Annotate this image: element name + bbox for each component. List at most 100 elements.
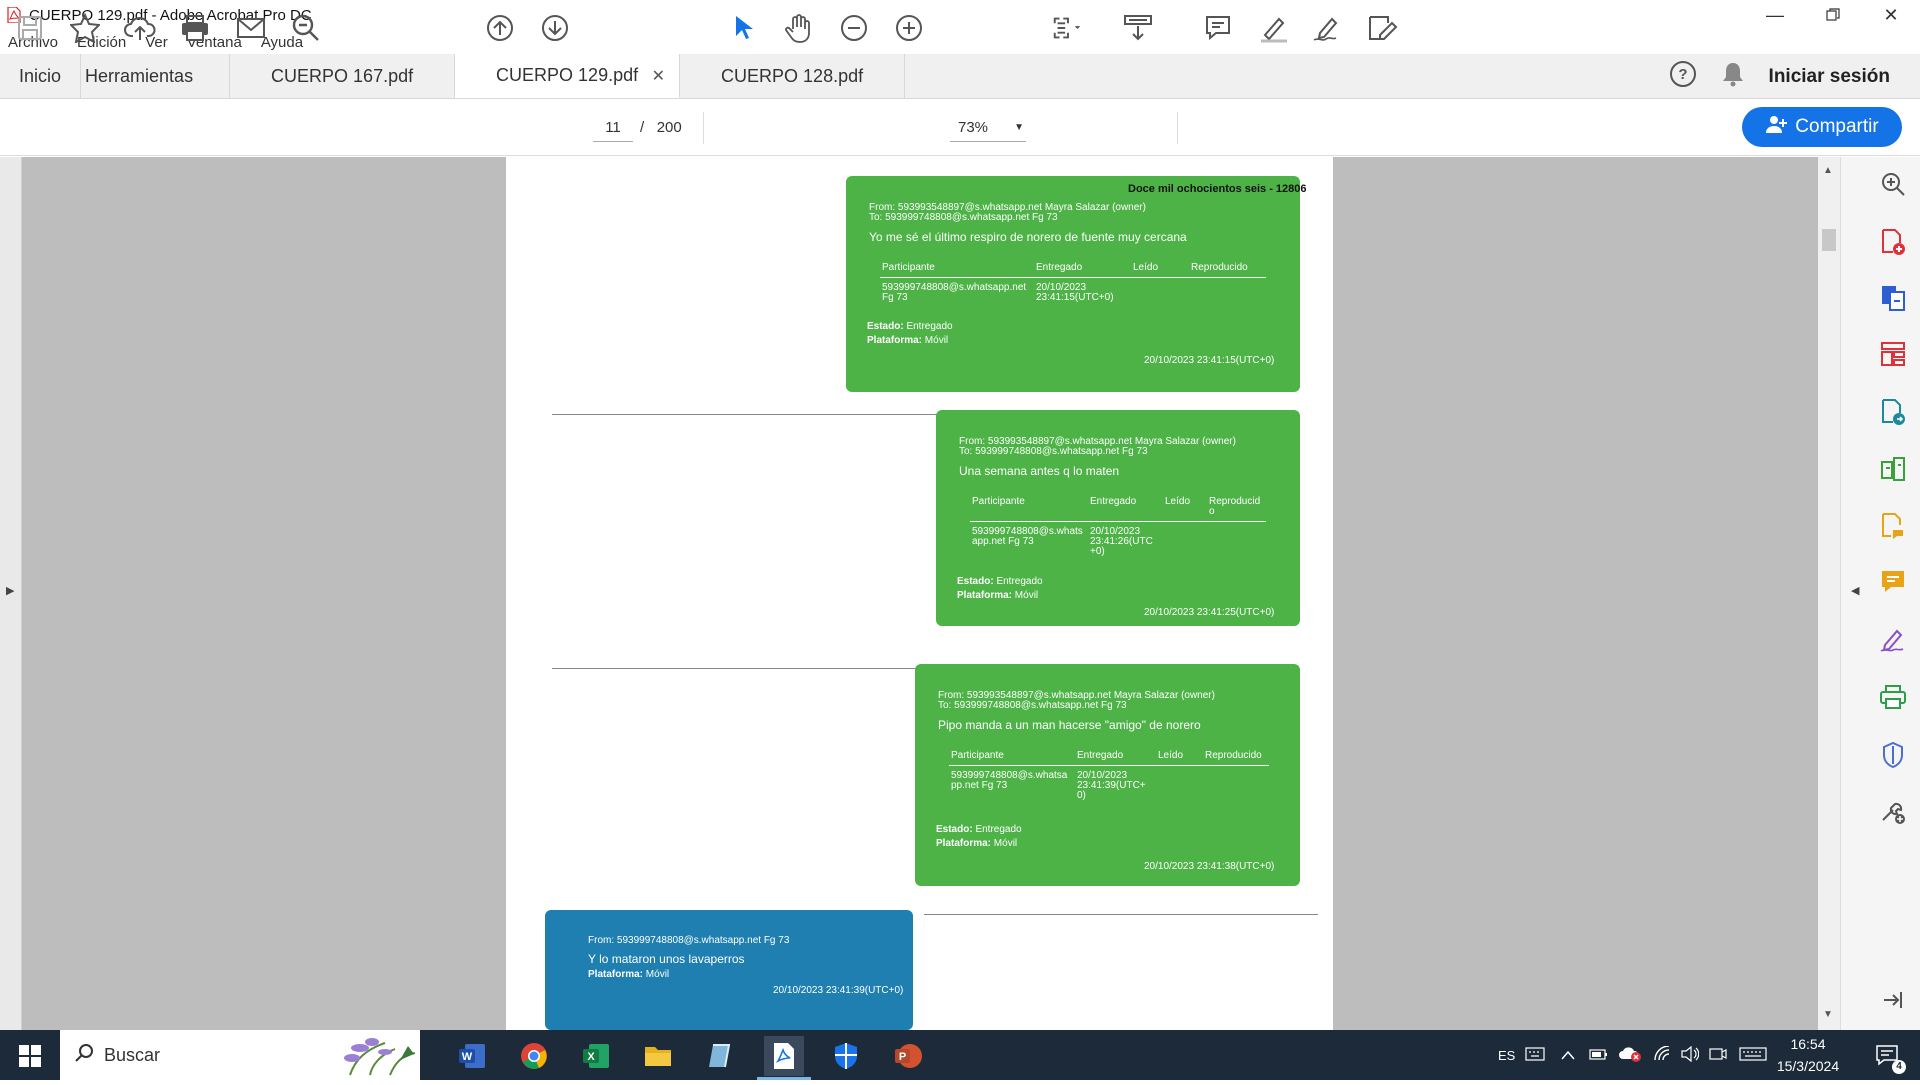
taskbar-search[interactable]: Buscar: [60, 1030, 420, 1080]
word-app-icon[interactable]: W: [452, 1036, 492, 1076]
signin-link[interactable]: Iniciar sesión: [1769, 66, 1890, 88]
combine-files-icon[interactable]: [1877, 396, 1909, 428]
file-explorer-icon[interactable]: [638, 1036, 678, 1076]
scroll-up-icon[interactable]: ▲: [1823, 165, 1833, 176]
create-pdf-icon[interactable]: [1877, 226, 1909, 258]
onedrive-error-icon[interactable]: [1619, 1046, 1642, 1065]
bell-icon[interactable]: [1721, 61, 1745, 92]
zoom-panel-icon[interactable]: [1877, 168, 1909, 200]
msg-text: Pipo manda a un man hacerse "amigo" de n…: [938, 718, 1201, 732]
delivered-time: 0): [1077, 790, 1086, 801]
fill-sign-icon[interactable]: [1877, 624, 1909, 656]
tab-cuerpo-128[interactable]: CUERPO 128.pdf: [680, 54, 906, 98]
tab-herramientas[interactable]: Herramientas: [81, 54, 231, 98]
status-value: Entregado: [906, 321, 953, 332]
tab-inicio[interactable]: Inicio: [0, 54, 82, 98]
clock[interactable]: 16:54 15/3/2024: [1768, 1033, 1848, 1077]
platform-label: Plataforma:: [957, 590, 1013, 601]
collapse-panel-icon[interactable]: ◀: [1851, 584, 1859, 597]
select-cursor-icon[interactable]: [726, 10, 762, 46]
battery-icon[interactable]: [1589, 1047, 1609, 1064]
msg-text: Yo me sé el último respiro de norero de …: [869, 230, 1187, 244]
highlight-pen-icon[interactable]: [1256, 10, 1292, 46]
edit-pdf-icon[interactable]: [1877, 510, 1909, 542]
tab-cuerpo-167[interactable]: CUERPO 167.pdf: [230, 54, 456, 98]
page-up-icon[interactable]: [482, 10, 518, 46]
msg-from: From: 593999748808@s.whatsapp.net Fg 73: [588, 935, 790, 946]
zoom-out-icon[interactable]: [836, 10, 872, 46]
hand-tool-icon[interactable]: [781, 10, 817, 46]
language-indicator[interactable]: ES: [1498, 1048, 1515, 1063]
svg-text:?: ?: [1678, 66, 1687, 83]
help-icon[interactable]: ?: [1669, 60, 1697, 93]
windows-start-icon[interactable]: [10, 1036, 50, 1076]
platform: Plataforma: Móvil: [588, 970, 669, 980]
comment-panel-icon[interactable]: [1877, 566, 1909, 598]
msg-to: To: 593999748808@s.whatsapp.net Fg 73: [938, 700, 1127, 711]
wifi-icon[interactable]: [1653, 1044, 1671, 1065]
msg-to: To: 593999748808@s.whatsapp.net Fg 73: [869, 212, 1058, 223]
sign-icon[interactable]: [1310, 10, 1346, 46]
print-icon[interactable]: [177, 10, 213, 46]
delivered-time: 23:41:15(UTC+0): [1036, 292, 1114, 303]
export-pdf-icon[interactable]: [1877, 282, 1909, 314]
save-icon[interactable]: [12, 10, 48, 46]
touch-keyboard-icon[interactable]: [1739, 1046, 1767, 1065]
notification-center-icon[interactable]: 4: [1868, 1036, 1908, 1076]
security-shield-app-icon[interactable]: [826, 1036, 866, 1076]
col-reproducido: Reproducid: [1209, 496, 1261, 507]
col-reproducido: Reproducido: [1191, 262, 1248, 273]
redact-icon[interactable]: [1364, 10, 1400, 46]
chat-bubble-3: From: 593993548897@s.whatsapp.net Mayra …: [915, 664, 1300, 886]
page-down-icon[interactable]: [537, 10, 573, 46]
zoom-search-icon[interactable]: [288, 10, 324, 46]
zoom-in-icon[interactable]: [891, 10, 927, 46]
close-tab-icon[interactable]: ✕: [652, 66, 665, 86]
print-production-icon[interactable]: [1877, 681, 1909, 713]
left-panel-toggle[interactable]: ▶: [0, 157, 22, 1030]
comment-icon[interactable]: [1200, 10, 1236, 46]
vertical-scrollbar[interactable]: ▲ ▼: [1818, 157, 1840, 1030]
minimize-button[interactable]: —: [1746, 0, 1804, 30]
platform-label: Plataforma:: [936, 838, 992, 849]
platform: Plataforma: Móvil: [867, 336, 948, 346]
camera-icon[interactable]: [1709, 1046, 1727, 1065]
status: Estado: Entregado: [957, 577, 1043, 587]
delivered-time: +0): [1090, 546, 1105, 557]
scroll-down-icon[interactable]: ▼: [1823, 1009, 1833, 1020]
scroll-thumb[interactable]: [1822, 229, 1836, 251]
fit-page-icon[interactable]: [1050, 10, 1086, 46]
status-value: Entregado: [975, 824, 1022, 835]
platform-value: Móvil: [924, 335, 949, 346]
platform-value: Móvil: [993, 838, 1018, 849]
chevron-up-icon[interactable]: [1561, 1048, 1575, 1063]
collapse-right-panel-icon[interactable]: [1877, 984, 1909, 1016]
share-button[interactable]: Compartir: [1742, 107, 1902, 147]
lavender-decoration-icon: [330, 1030, 420, 1085]
excel-app-icon[interactable]: X: [576, 1036, 616, 1076]
status-value: Entregado: [996, 576, 1043, 587]
upload-cloud-icon[interactable]: [122, 10, 158, 46]
volume-icon[interactable]: [1681, 1045, 1700, 1065]
participant: Fg 73: [882, 292, 908, 303]
more-tools-icon[interactable]: [1877, 796, 1909, 828]
keyboard-layout-icon[interactable]: [1525, 1046, 1545, 1064]
protect-shield-icon[interactable]: [1877, 739, 1909, 771]
tab-cuerpo-129[interactable]: CUERPO 129.pdf ✕: [455, 54, 681, 98]
table-divider: [880, 277, 1266, 278]
chrome-app-icon[interactable]: [514, 1036, 554, 1076]
acrobat-taskbar-icon[interactable]: [764, 1036, 804, 1076]
platform-label: Plataforma:: [588, 969, 644, 980]
col-entregado: Entregado: [1036, 262, 1083, 273]
email-icon[interactable]: [233, 10, 269, 46]
scroll-mode-icon[interactable]: [1120, 10, 1156, 46]
notes-app-icon[interactable]: [700, 1036, 740, 1076]
zoom-select[interactable]: 73% ▼: [950, 114, 1026, 142]
restore-button[interactable]: [1804, 0, 1862, 30]
organize-pages-icon[interactable]: [1877, 338, 1909, 370]
compare-files-icon[interactable]: [1877, 453, 1909, 485]
close-window-button[interactable]: ✕: [1862, 0, 1920, 30]
page-number-input[interactable]: 11: [593, 114, 633, 142]
powerpoint-app-icon[interactable]: P: [888, 1036, 928, 1076]
star-icon[interactable]: [67, 10, 103, 46]
